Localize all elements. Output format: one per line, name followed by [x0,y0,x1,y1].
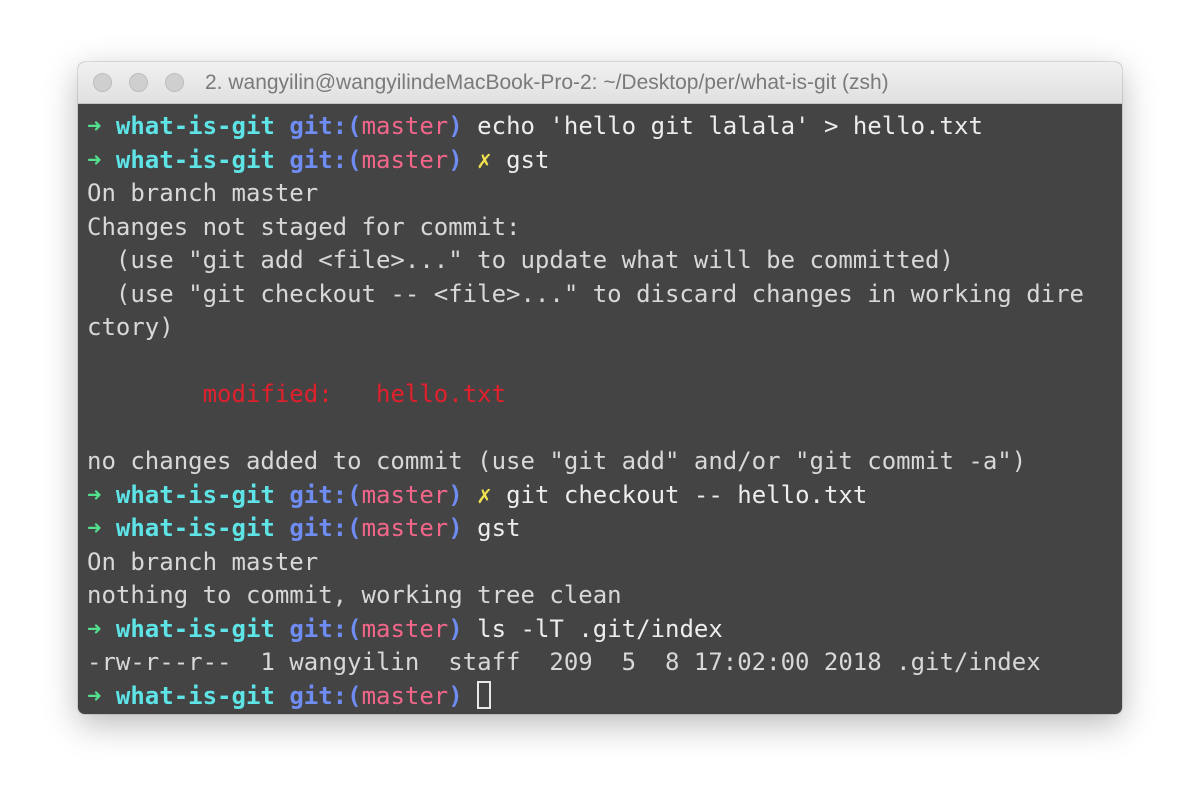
prompt-line-echo: ➜ what-is-git git:(master) echo 'hello g… [87,110,1122,144]
output-line: On branch master [87,179,319,207]
prompt-git-label: git:( [289,480,362,509]
terminal-window: 2. wangyilin@wangyilindeMacBook-Pro-2: ~… [78,62,1122,714]
prompt-directory: what-is-git [115,145,275,174]
terminal-output[interactable]: ➜ what-is-git git:(master) echo 'hello g… [78,104,1122,714]
prompt-line-gst: ➜ what-is-git git:(master) ✗ gst [87,144,1122,178]
prompt-branch: master [361,681,449,710]
title-bar[interactable]: 2. wangyilin@wangyilindeMacBook-Pro-2: ~… [78,62,1122,104]
prompt-git-close: ) [448,145,463,174]
minimize-window-button[interactable] [129,73,148,92]
prompt-arrow-icon: ➜ [87,112,102,140]
prompt-arrow-icon: ➜ [87,145,102,174]
prompt-branch: master [361,514,449,542]
output-line: (use "git checkout -- <file>..." to disc… [87,279,1084,308]
output-line: (use "git add <file>..." to update what … [87,246,954,274]
output-line: nothing to commit, working tree clean [87,581,622,609]
prompt-arrow-icon: ➜ [87,614,102,643]
dirty-mark-icon: ✗ [477,145,492,174]
output-line: Changes not staged for commit: [87,212,521,241]
prompt-line-checkout: ➜ what-is-git git:(master) ✗ git checkou… [87,479,1122,513]
prompt-directory: what-is-git [115,514,275,542]
prompt-branch: master [361,145,449,174]
output-line: no changes added to commit (use "git add… [87,447,1027,475]
command-text: echo 'hello git lalala' > hello.txt [477,112,983,140]
prompt-git-close: ) [448,514,463,542]
output-line: ctory) [87,313,174,341]
prompt-git-label: git:( [289,112,362,140]
terminal-cursor[interactable] [477,680,492,709]
modified-label: modified: [202,380,333,408]
prompt-line-gst: ➜ what-is-git git:(master) gst [87,512,1122,546]
command-text: git checkout -- hello.txt [506,480,868,509]
prompt-git-close: ) [448,480,463,509]
prompt-directory: what-is-git [115,681,275,710]
prompt-arrow-icon: ➜ [87,681,102,710]
dirty-mark-icon: ✗ [477,480,492,509]
prompt-arrow-icon: ➜ [87,480,102,509]
prompt-git-label: git:( [289,614,362,643]
prompt-directory: what-is-git [115,480,275,509]
prompt-line-ls: ➜ what-is-git git:(master) ls -lT .git/i… [87,613,1122,647]
prompt-arrow-icon: ➜ [87,514,102,542]
close-window-button[interactable] [93,73,112,92]
modified-file-name: hello.txt [376,380,507,408]
prompt-branch: master [361,480,449,509]
window-title: 2. wangyilin@wangyilindeMacBook-Pro-2: ~… [205,71,889,94]
zoom-window-button[interactable] [165,73,184,92]
prompt-branch: master [361,112,449,140]
prompt-directory: what-is-git [115,614,275,643]
command-text: ls -lT .git/index [477,614,723,643]
prompt-directory: what-is-git [115,112,275,140]
prompt-line-current: ➜ what-is-git git:(master) [87,680,1122,714]
output-line: On branch master [87,547,319,576]
modified-file-line: modified: hello.txt [87,378,1122,412]
command-text: gst [477,514,521,542]
prompt-branch: master [361,614,449,643]
prompt-git-label: git:( [289,681,362,710]
prompt-git-close: ) [448,614,463,643]
prompt-git-close: ) [448,681,463,710]
output-line: -rw-r--r-- 1 wangyilin staff 209 5 8 17:… [87,648,1041,676]
prompt-git-label: git:( [289,145,362,174]
prompt-git-close: ) [448,112,463,140]
command-text: gst [506,145,550,174]
prompt-git-label: git:( [289,514,362,542]
